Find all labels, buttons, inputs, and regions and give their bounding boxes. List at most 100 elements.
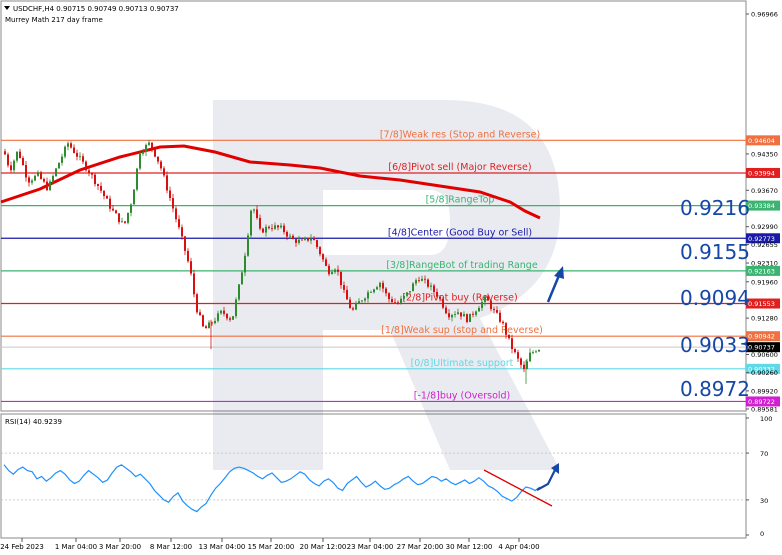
- candle-body: [43, 179, 45, 182]
- candle-body: [163, 168, 165, 176]
- candle-body: [109, 198, 111, 209]
- candle-body: [247, 235, 249, 256]
- candle-body: [424, 278, 426, 280]
- candle-body: [355, 303, 357, 310]
- candle-body: [493, 309, 495, 311]
- candle-body: [484, 296, 486, 302]
- level-annotation: 0.9094: [680, 286, 750, 310]
- murrey-level-label: [1/8]Weak sup (stop and Reverse): [381, 325, 543, 336]
- candle-body: [271, 228, 273, 229]
- candle-body: [37, 172, 39, 176]
- time-axis-label: 27 Mar 20:00: [397, 543, 444, 551]
- level-annotation: 0.9033: [680, 333, 750, 357]
- candle-body: [58, 162, 60, 169]
- candle-body: [418, 280, 420, 281]
- price-axis-label: 0.93670: [751, 187, 778, 195]
- candle-body: [490, 300, 492, 310]
- price-axis-label: 0.96966: [751, 11, 778, 19]
- candle-body: [265, 226, 267, 233]
- level-price-badge-text: 0.91553: [748, 300, 775, 308]
- candle-body: [292, 235, 294, 240]
- candle-body: [313, 238, 315, 241]
- candle-body: [409, 291, 411, 293]
- murrey-level-label: [4/8]Center (Good Buy or Sell): [388, 227, 532, 238]
- candle-body: [157, 156, 159, 162]
- candle-body: [466, 314, 468, 323]
- murrey-level-label: [-1/8]buy (Oversold): [414, 390, 511, 401]
- candle-body: [97, 184, 99, 186]
- candle-body: [238, 284, 240, 300]
- candle-body: [133, 189, 135, 205]
- candle-body: [166, 175, 168, 191]
- time-axis-label: 24 Feb 2023: [0, 543, 44, 551]
- candle-body: [337, 269, 339, 272]
- candle-body: [76, 152, 78, 157]
- candle-body: [46, 181, 48, 191]
- candle-body: [121, 221, 123, 223]
- candle-body: [127, 212, 129, 223]
- candle-body: [535, 351, 537, 353]
- candle-body: [325, 259, 327, 266]
- candle-body: [106, 196, 108, 199]
- candle-body: [499, 312, 501, 322]
- candle-body: [16, 151, 18, 161]
- indicator-name: Murrey Math 217 day frame: [5, 16, 103, 24]
- candle-body: [280, 225, 282, 228]
- candle-body: [307, 238, 309, 241]
- candle-body: [64, 146, 66, 157]
- candle-body: [232, 316, 234, 320]
- candle-body: [181, 227, 183, 237]
- candle-body: [427, 279, 429, 287]
- candle-body: [457, 312, 459, 315]
- candle-body: [277, 225, 279, 228]
- candle-body: [367, 292, 369, 299]
- candle-body: [10, 165, 12, 171]
- candle-body: [421, 278, 423, 281]
- candle-body: [283, 225, 285, 232]
- candle-body: [361, 300, 363, 302]
- candle-body: [217, 313, 219, 321]
- candle-body: [4, 151, 6, 155]
- candle-body: [67, 143, 69, 147]
- level-price-badge-text: 0.90942: [748, 333, 775, 341]
- candle-body: [94, 174, 96, 185]
- candle-body: [34, 175, 36, 181]
- candle-body: [19, 151, 21, 158]
- level-price-badge-text: 0.93384: [748, 202, 775, 210]
- candle-body: [241, 272, 243, 285]
- candle-body: [481, 301, 483, 308]
- candle-body: [343, 285, 345, 290]
- candle-body: [502, 321, 504, 324]
- time-axis-label: 1 Mar 04:00: [55, 543, 97, 551]
- murrey-level-label: [5/8]RangeTop: [426, 195, 495, 206]
- candle-body: [388, 293, 390, 300]
- candle-body: [538, 349, 540, 352]
- candle-body: [496, 310, 498, 313]
- candle-body: [112, 208, 114, 211]
- candle-body: [415, 280, 417, 284]
- candle-body: [139, 153, 141, 169]
- candle-body: [49, 181, 51, 191]
- candle-body: [316, 240, 318, 248]
- candle-body: [340, 271, 342, 286]
- candle-body: [250, 210, 252, 236]
- rsi-label: RSI(14) 40.9239: [5, 418, 62, 426]
- candle-body: [445, 307, 447, 314]
- candle-body: [289, 235, 291, 237]
- candle-body: [319, 247, 321, 255]
- price-axis-label: 0.94350: [751, 150, 778, 158]
- candle-body: [346, 289, 348, 300]
- candle-body: [100, 185, 102, 191]
- candle-body: [436, 291, 438, 297]
- candle-body: [70, 143, 72, 148]
- candle-body: [358, 301, 360, 304]
- candle-body: [403, 295, 405, 299]
- time-axis-label: 3 Mar 20:00: [99, 543, 141, 551]
- candle-body: [304, 238, 306, 240]
- candle-body: [178, 219, 180, 228]
- candle-body: [187, 250, 189, 262]
- candle-body: [430, 285, 432, 287]
- candle-body: [40, 172, 42, 180]
- candle-body: [268, 226, 270, 229]
- candle-body: [214, 320, 216, 324]
